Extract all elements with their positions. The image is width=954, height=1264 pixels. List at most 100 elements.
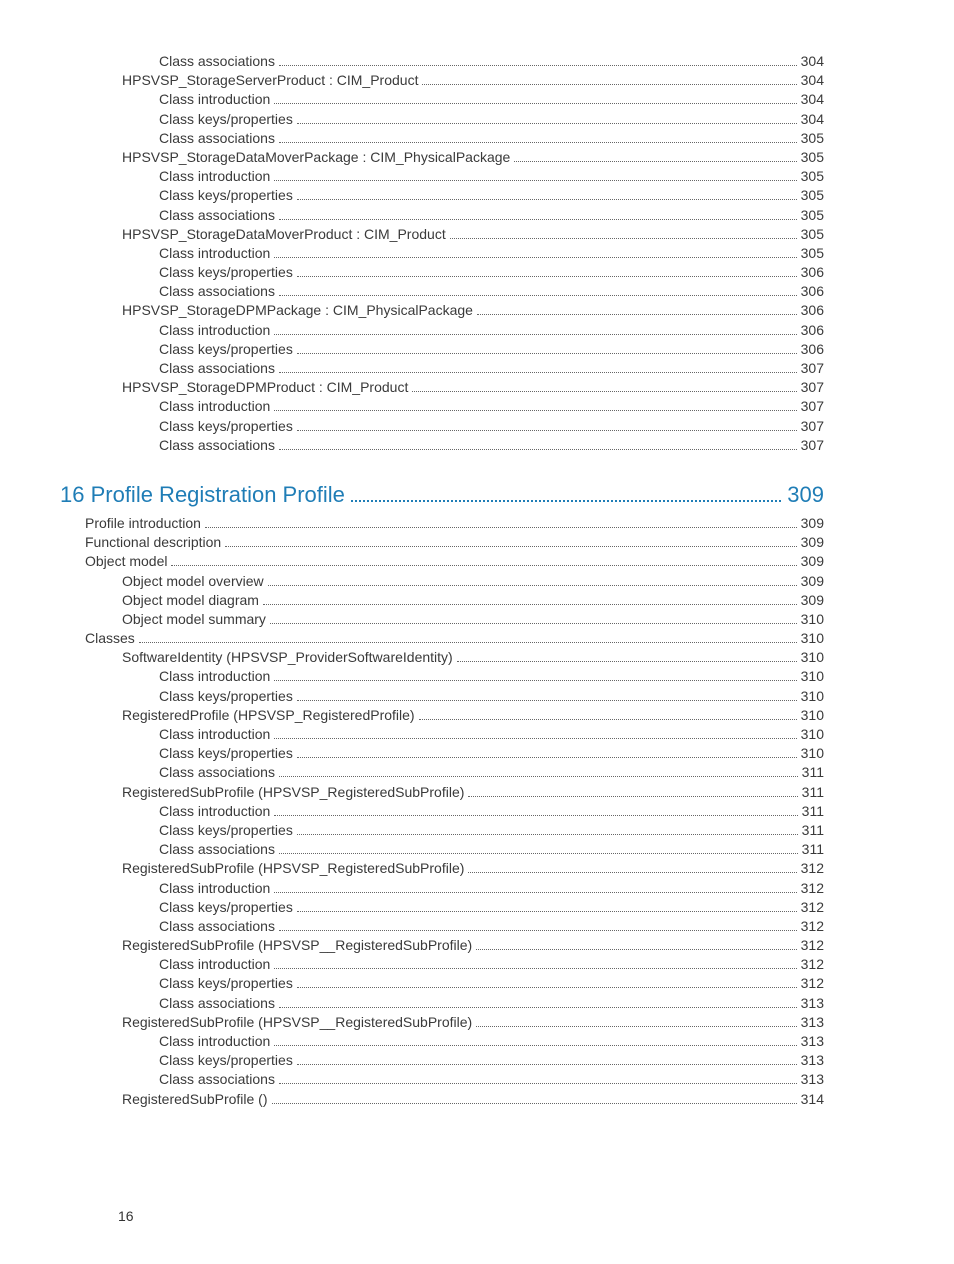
toc-entry-page: 312 (801, 879, 824, 897)
toc-entry[interactable]: Class keys/properties306 (60, 263, 824, 281)
toc-chapter-line[interactable]: 16 Profile Registration Profile 309 (60, 482, 824, 508)
toc-entry[interactable]: Class associations307 (60, 436, 824, 454)
toc-leader-dots (272, 1103, 797, 1104)
toc-leader-dots (263, 604, 797, 605)
toc-entry[interactable]: Class associations311 (60, 840, 824, 858)
toc-entry-page: 306 (801, 263, 824, 281)
toc-leader-dots (279, 372, 797, 373)
toc-entry[interactable]: Class introduction311 (60, 802, 824, 820)
toc-entry-label: Class introduction (159, 1032, 270, 1050)
toc-entry[interactable]: Class keys/properties310 (60, 744, 824, 762)
toc-entry[interactable]: Class associations 311 (60, 763, 824, 781)
toc-entry-page: 311 (802, 763, 824, 781)
toc-leader-dots (412, 391, 796, 392)
toc-leader-dots (274, 815, 797, 816)
toc-entry-label: Class associations (159, 763, 275, 781)
toc-entry-page: 314 (801, 1090, 824, 1108)
toc-entry[interactable]: Class introduction310 (60, 725, 824, 743)
toc-leader-dots (450, 238, 797, 239)
toc-entry-label: Class introduction (159, 90, 270, 108)
toc-leader-dots (274, 410, 796, 411)
toc-leader-dots (274, 738, 796, 739)
toc-entry[interactable]: Object model overview309 (60, 572, 824, 590)
toc-entry[interactable]: Class keys/properties306 (60, 340, 824, 358)
toc-entry-label: Class keys/properties (159, 110, 293, 128)
toc-entry-page: 312 (801, 859, 824, 877)
toc-entry[interactable]: RegisteredProfile (HPSVSP_RegisteredProf… (60, 706, 824, 724)
toc-entry[interactable]: HPSVSP_StorageDataMoverPackage : CIM_Phy… (60, 148, 824, 166)
toc-leader-dots (279, 776, 798, 777)
toc-entry-label: HPSVSP_StorageServerProduct : CIM_Produc… (122, 71, 418, 89)
toc-entry[interactable]: Class associations304 (60, 52, 824, 70)
toc-entry[interactable]: Class keys/properties310 (60, 687, 824, 705)
toc-leader-dots (225, 546, 796, 547)
toc-entry[interactable]: Class associations305 (60, 129, 824, 147)
toc-entry[interactable]: HPSVSP_StorageServerProduct : CIM_Produc… (60, 71, 824, 89)
toc-entry[interactable]: Object model summary310 (60, 610, 824, 628)
toc-leader-dots (297, 757, 797, 758)
toc-entry[interactable]: Class keys/properties313 (60, 1051, 824, 1069)
toc-entry-page: 313 (801, 1070, 824, 1088)
toc-entry[interactable]: Class associations306 (60, 282, 824, 300)
toc-entry[interactable]: Class introduction313 (60, 1032, 824, 1050)
toc-entry[interactable]: Class introduction306 (60, 321, 824, 339)
toc-entry[interactable]: SoftwareIdentity (HPSVSP_ProviderSoftwar… (60, 648, 824, 666)
toc-entry-page: 307 (801, 378, 824, 396)
toc-entry[interactable]: Class introduction312 (60, 955, 824, 973)
toc-entry[interactable]: HPSVSP_StorageDataMoverProduct : CIM_Pro… (60, 225, 824, 243)
toc-entry[interactable]: RegisteredSubProfile ()314 (60, 1090, 824, 1108)
toc-entry-label: Object model overview (122, 572, 264, 590)
toc-leader-dots (279, 65, 797, 66)
toc-entry[interactable]: Class introduction310 (60, 667, 824, 685)
toc-entry[interactable]: Class associations307 (60, 359, 824, 377)
toc-entry[interactable]: Profile introduction309 (60, 514, 824, 532)
toc-leader-dots (171, 565, 796, 566)
toc-page: Class associations304HPSVSP_StorageServe… (0, 0, 954, 1264)
toc-entry[interactable]: Class introduction305 (60, 167, 824, 185)
toc-leader-dots (297, 123, 797, 124)
toc-entry[interactable]: Class associations305 (60, 206, 824, 224)
toc-entry[interactable]: Class associations312 (60, 917, 824, 935)
toc-entry-page: 310 (801, 610, 824, 628)
toc-entry[interactable]: Class associations313 (60, 994, 824, 1012)
toc-entry[interactable]: Class keys/properties307 (60, 417, 824, 435)
toc-entry-page: 310 (801, 687, 824, 705)
toc-entry[interactable]: RegisteredSubProfile (HPSVSP_RegisteredS… (60, 783, 824, 801)
toc-entry[interactable]: Class keys/properties305 (60, 186, 824, 204)
toc-leader-dots (297, 276, 797, 277)
toc-entry-label: HPSVSP_StorageDPMProduct : CIM_Product (122, 378, 408, 396)
toc-leader-dots (274, 680, 796, 681)
toc-entry-label: Class associations (159, 206, 275, 224)
toc-entry[interactable]: HPSVSP_StorageDPMProduct : CIM_Product 30… (60, 378, 824, 396)
toc-leader-dots (468, 872, 796, 873)
toc-entry[interactable]: HPSVSP_StorageDPMPackage : CIM_PhysicalP… (60, 301, 824, 319)
toc-entry-label: Class introduction (159, 802, 270, 820)
toc-leader-dots (279, 853, 798, 854)
toc-entry-label: RegisteredSubProfile (HPSVSP_RegisteredS… (122, 859, 464, 877)
toc-entry[interactable]: RegisteredSubProfile (HPSVSP__Registered… (60, 936, 824, 954)
toc-entry-label: Functional description (85, 533, 221, 551)
toc-entry[interactable]: Class associations313 (60, 1070, 824, 1088)
toc-entry[interactable]: Classes310 (60, 629, 824, 647)
toc-entry[interactable]: Class keys/properties311 (60, 821, 824, 839)
toc-entry[interactable]: Class introduction304 (60, 90, 824, 108)
toc-entry-label: HPSVSP_StorageDPMPackage : CIM_PhysicalP… (122, 301, 473, 319)
toc-entry-page: 312 (801, 898, 824, 916)
toc-entry[interactable]: Object model309 (60, 552, 824, 570)
toc-entry[interactable]: Object model diagram309 (60, 591, 824, 609)
toc-entry[interactable]: Class keys/properties304 (60, 110, 824, 128)
toc-entry[interactable]: RegisteredSubProfile (HPSVSP_RegisteredS… (60, 859, 824, 877)
toc-entry-label: Class associations (159, 359, 275, 377)
toc-entry[interactable]: Functional description309 (60, 533, 824, 551)
toc-entry[interactable]: Class keys/properties312 (60, 974, 824, 992)
toc-leader-dots (274, 968, 796, 969)
toc-entry[interactable]: RegisteredSubProfile (HPSVSP__Registered… (60, 1013, 824, 1031)
toc-entry-label: Class introduction (159, 667, 270, 685)
toc-entry-page: 310 (801, 706, 824, 724)
toc-entry-label: Object model (85, 552, 167, 570)
toc-entry[interactable]: Class keys/properties312 (60, 898, 824, 916)
toc-entry[interactable]: Class introduction305 (60, 244, 824, 262)
toc-leader-dots (274, 180, 796, 181)
toc-entry[interactable]: Class introduction307 (60, 397, 824, 415)
toc-entry[interactable]: Class introduction312 (60, 879, 824, 897)
